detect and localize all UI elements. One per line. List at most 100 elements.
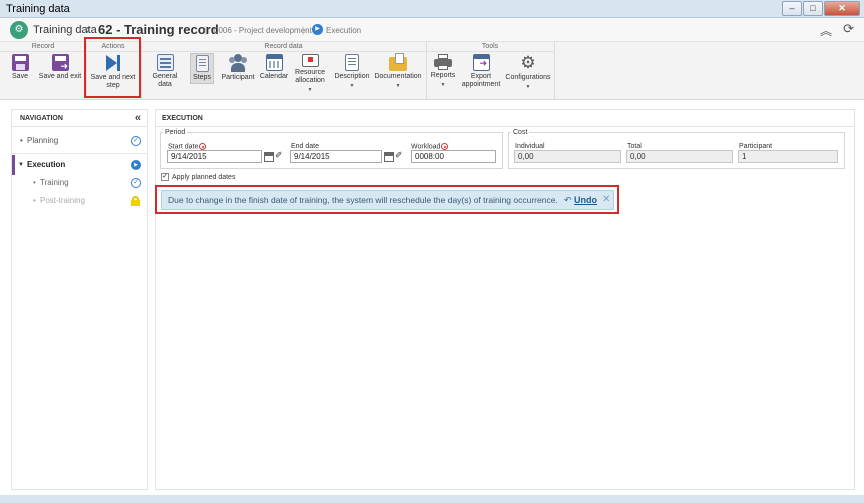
breadcrumb-separator: › <box>86 22 90 36</box>
description-label: Description <box>334 73 370 80</box>
current-step-label: Execution <box>326 26 362 35</box>
calendar-icon <box>265 54 283 71</box>
group-divider <box>554 42 555 100</box>
bullet-icon: • <box>33 178 36 187</box>
calendar-button[interactable]: Calendar <box>259 54 289 81</box>
steps-button[interactable]: Steps <box>190 53 214 84</box>
folder-icon <box>389 53 407 71</box>
participant-label: Participant <box>221 74 255 81</box>
start-date-picker-icon[interactable]: ✐ <box>275 150 283 161</box>
documentation-label: Documentation <box>374 73 422 80</box>
configurations-label: Configurations <box>505 74 551 81</box>
configurations-button[interactable]: ⚙ Configurations ▼ <box>505 54 551 91</box>
collapse-navigation-icon[interactable]: « <box>135 112 141 124</box>
calendar-label: Calendar <box>259 73 289 80</box>
resource-dropdown-icon[interactable]: ▼ <box>292 86 328 94</box>
start-date-input[interactable]: 9/14/2015 <box>167 150 262 163</box>
description-icon <box>345 54 359 71</box>
window-bottom-border <box>0 495 864 503</box>
save-button[interactable]: Save <box>6 54 34 81</box>
period-legend: Period <box>165 129 186 136</box>
steps-icon <box>195 55 209 72</box>
reports-dropdown-icon[interactable]: ▼ <box>430 81 456 89</box>
general-data-icon <box>156 54 174 71</box>
collapse-header-icon[interactable]: ︽ <box>820 22 832 39</box>
end-date-input[interactable]: 9/14/2015 <box>290 150 382 163</box>
page-title: 62 - Training record <box>98 22 219 37</box>
navigation-title: NAVIGATION <box>20 115 63 122</box>
nav-item-planning[interactable]: • Planning ✓ <box>12 131 147 151</box>
save-and-exit-label: Save and exit <box>38 73 82 80</box>
end-date-picker-icon[interactable]: ✐ <box>395 150 403 161</box>
nav-item-execution[interactable]: ▼ Execution ▶ <box>12 155 147 175</box>
save-exit-icon: ➜ <box>51 54 69 71</box>
general-data-button[interactable]: General data <box>145 54 185 89</box>
documentation-button[interactable]: Documentation ▼ <box>374 53 422 90</box>
check-circle-icon: ✓ <box>131 178 141 188</box>
description-button[interactable]: Description ▼ <box>333 54 371 90</box>
ribbon-toolbar: Record Actions Record data Tools Save ➜ … <box>0 37 864 100</box>
check-circle-icon: ✓ <box>131 136 141 146</box>
nav-item-label: Post-training <box>40 196 85 205</box>
save-and-exit-button[interactable]: ➜ Save and exit <box>38 54 82 81</box>
required-icon <box>199 143 207 150</box>
configurations-dropdown-icon[interactable]: ▼ <box>505 83 551 91</box>
required-icon <box>441 143 449 150</box>
workload-input[interactable]: 0008:00 <box>411 150 496 163</box>
refresh-icon[interactable]: ⟳ <box>843 21 854 37</box>
apply-planned-dates-checkbox[interactable]: ✓ <box>161 173 169 181</box>
export-label-2: appointment <box>461 81 501 88</box>
bullet-icon: • <box>33 196 36 205</box>
window-controls: – □ ✕ <box>782 1 860 16</box>
general-data-label: General data <box>152 73 178 88</box>
resource-label-1: Resource <box>295 69 325 76</box>
step-play-icon: ▶ <box>312 24 323 35</box>
total-cost-label: Total <box>627 143 642 150</box>
end-date-label: End date <box>291 143 320 150</box>
project-label: 0006 - Project development <box>214 26 312 35</box>
period-fieldset: Period <box>160 129 503 169</box>
nav-item-label: Training <box>40 178 69 187</box>
description-dropdown-icon[interactable]: ▼ <box>333 82 371 90</box>
minimize-button[interactable]: – <box>782 1 802 16</box>
people-icon <box>228 54 248 72</box>
cost-fieldset: Cost <box>508 129 845 169</box>
group-tools: Tools <box>426 42 554 52</box>
reports-label: Reports <box>430 72 456 79</box>
resource-allocation-button[interactable]: Resource allocation ▼ <box>292 54 328 94</box>
window-title: Training data <box>6 3 70 15</box>
play-circle-icon: ▶ <box>131 160 141 170</box>
nav-item-post-training: • Post-training <box>12 191 147 211</box>
close-button[interactable]: ✕ <box>824 1 860 16</box>
start-date-calendar-icon[interactable] <box>264 152 274 162</box>
expand-triangle-icon[interactable]: ▼ <box>18 155 24 175</box>
header-divider: | <box>302 25 305 35</box>
cost-legend: Cost <box>513 129 528 136</box>
participant-button[interactable]: Participant <box>220 54 256 82</box>
navigation-panel: NAVIGATION « • Planning ✓ ▼ Execution ▶ … <box>11 109 148 490</box>
group-record: Record <box>0 42 86 52</box>
navigation-header: NAVIGATION « <box>12 110 147 127</box>
header-divider: | <box>204 25 207 35</box>
individual-cost-label: Individual <box>515 143 545 150</box>
gear-icon: ⚙ <box>520 53 536 72</box>
export-calendar-icon: ➜ <box>472 54 490 71</box>
nav-item-training[interactable]: • Training ✓ <box>12 173 147 193</box>
end-date-calendar-icon[interactable] <box>384 152 394 162</box>
reports-button[interactable]: Reports ▼ <box>430 54 456 89</box>
participant-count-field: 1 <box>738 150 838 163</box>
floppy-disk-icon <box>11 54 29 71</box>
export-appointment-button[interactable]: ➜ Export appointment <box>461 54 501 89</box>
documentation-dropdown-icon[interactable]: ▼ <box>374 82 422 90</box>
training-app-icon: ⚙ <box>10 21 28 39</box>
presentation-board-icon <box>301 54 319 67</box>
printer-icon <box>434 54 452 70</box>
maximize-button[interactable]: □ <box>803 1 823 16</box>
export-label-1: Export <box>470 73 492 80</box>
resource-label-2: allocation <box>295 77 325 84</box>
total-cost-field: 0,00 <box>626 150 733 163</box>
bullet-icon: • <box>20 136 23 145</box>
nav-item-label: Planning <box>27 136 59 145</box>
apply-planned-dates-label: Apply planned dates <box>172 174 236 181</box>
window-titlebar: Training data – □ ✕ <box>0 0 864 18</box>
